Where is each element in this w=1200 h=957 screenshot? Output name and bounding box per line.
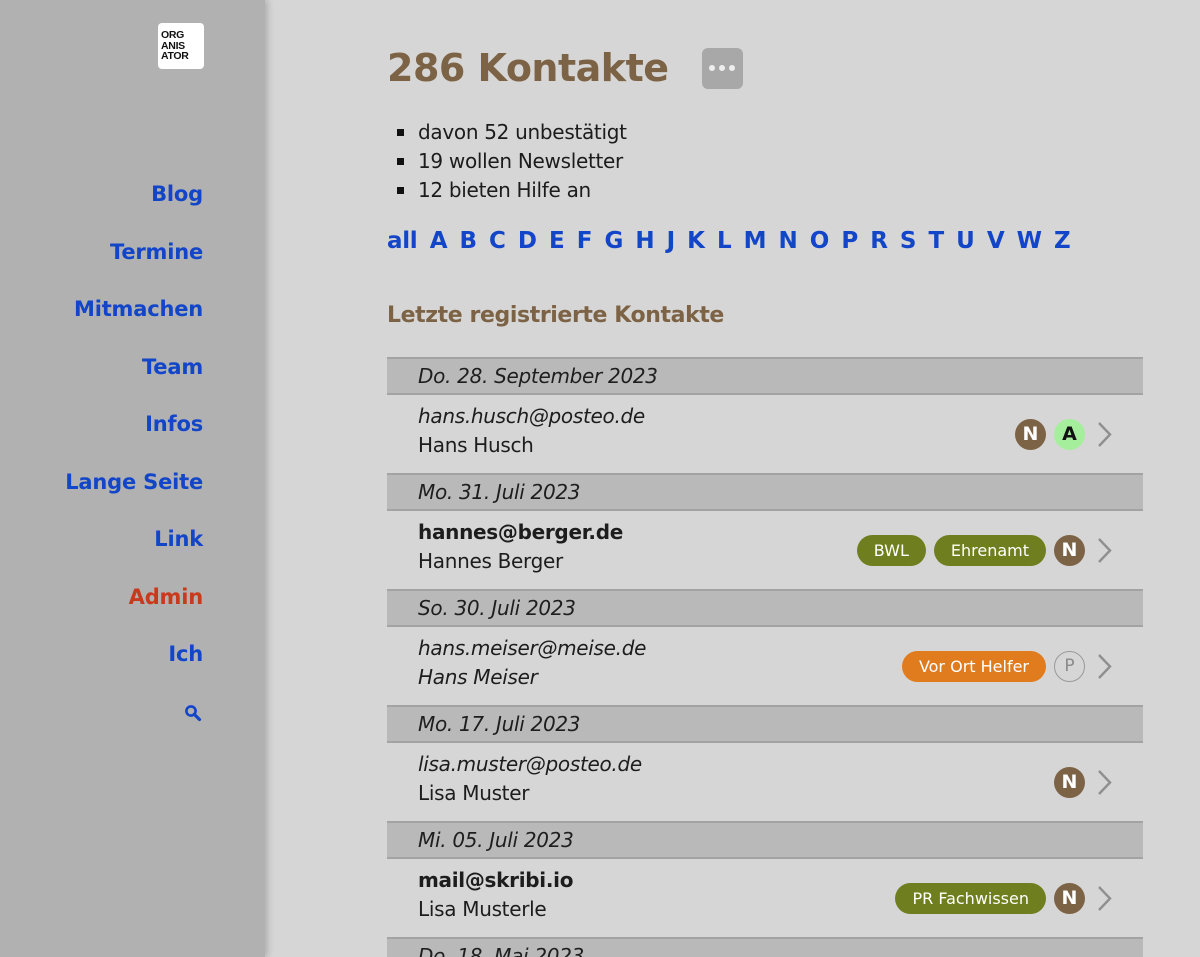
alphabet-filter-c[interactable]: C — [489, 228, 506, 254]
contact-list: Do. 28. September 2023 hans.husch@posteo… — [387, 357, 1143, 957]
more-icon — [729, 65, 736, 71]
contact-name: Lisa Muster — [418, 781, 530, 805]
alphabet-filter-l[interactable]: L — [717, 228, 732, 254]
nav-item-infos[interactable]: Infos — [145, 412, 203, 436]
contact-badges: N A — [1015, 419, 1116, 450]
nav-item-ich[interactable]: Ich — [168, 642, 203, 666]
newsletter-status-badge: N — [1015, 419, 1046, 450]
date-header: Mo. 31. Juli 2023 — [387, 473, 1143, 511]
stat-helpers: 12 bieten Hilfe an — [397, 176, 627, 205]
chevron-right-icon[interactable] — [1094, 535, 1116, 566]
nav-item-mitmachen[interactable]: Mitmachen — [74, 297, 203, 321]
more-icon — [709, 65, 716, 71]
page-title: 286 Kontakte — [387, 46, 669, 90]
alphabet-filter-e[interactable]: E — [549, 228, 565, 254]
alphabet-filter-b[interactable]: B — [460, 228, 478, 254]
more-icon — [719, 65, 726, 71]
date-header: Do. 28. September 2023 — [387, 357, 1143, 395]
contact-badges: PR Fachwissen N — [895, 883, 1116, 914]
contact-badges: N — [1054, 767, 1116, 798]
skill-tag: PR Fachwissen — [895, 883, 1046, 914]
alphabet-filter-g[interactable]: G — [604, 228, 623, 254]
contact-row[interactable]: lisa.muster@posteo.de Lisa Muster N — [387, 743, 1143, 821]
nav-item-lange-seite[interactable]: Lange Seite — [65, 470, 203, 494]
organisator-logo[interactable]: ORG ANIS ATOR — [158, 23, 204, 69]
stat-unconfirmed: davon 52 unbestätigt — [397, 118, 627, 147]
chevron-right-icon[interactable] — [1094, 651, 1116, 682]
search-icon[interactable] — [184, 704, 202, 722]
alphabet-filter-o[interactable]: O — [810, 228, 830, 254]
logo-line: ATOR — [161, 50, 189, 62]
contact-stats: davon 52 unbestätigt 19 wollen Newslette… — [397, 118, 627, 205]
contact-row[interactable]: hans.husch@posteo.de Hans Husch N A — [387, 395, 1143, 473]
alphabet-filter-v[interactable]: V — [987, 228, 1005, 254]
sidebar: ORG ANIS ATOR Blog Termine Mitmachen Tea… — [0, 0, 265, 957]
newsletter-status-badge: N — [1054, 535, 1085, 566]
date-header: Mi. 05. Juli 2023 — [387, 821, 1143, 859]
alphabet-filter-n[interactable]: N — [779, 228, 798, 254]
date-header: So. 30. Juli 2023 — [387, 589, 1143, 627]
pending-status-badge: P — [1054, 651, 1085, 682]
stat-newsletter: 19 wollen Newsletter — [397, 147, 627, 176]
alphabet-filter-d[interactable]: D — [518, 228, 537, 254]
alphabet-filter-w[interactable]: W — [1017, 228, 1042, 254]
contact-badges: BWL Ehrenamt N — [856, 535, 1116, 566]
chevron-right-icon[interactable] — [1094, 767, 1116, 798]
newsletter-status-badge: N — [1054, 883, 1085, 914]
alphabet-filter-f[interactable]: F — [577, 228, 593, 254]
chevron-right-icon[interactable] — [1094, 419, 1116, 450]
contact-badges: Vor Ort Helfer P — [901, 651, 1116, 682]
section-title: Letzte registrierte Kontakte — [387, 303, 724, 328]
contact-email: lisa.muster@posteo.de — [418, 752, 642, 776]
alphabet-filter-u[interactable]: U — [956, 228, 975, 254]
skill-tag: BWL — [856, 535, 926, 566]
alphabet-filter-t[interactable]: T — [928, 228, 944, 254]
chevron-right-icon[interactable] — [1094, 883, 1116, 914]
alphabet-filter-k[interactable]: K — [687, 228, 705, 254]
alphabet-filter-r[interactable]: R — [870, 228, 888, 254]
nav-item-admin[interactable]: Admin — [129, 585, 204, 609]
date-header: Mo. 17. Juli 2023 — [387, 705, 1143, 743]
newsletter-status-badge: N — [1054, 767, 1085, 798]
alphabet-filter-a[interactable]: A — [430, 228, 448, 254]
contact-row[interactable]: hans.meiser@meise.de Hans Meiser Vor Ort… — [387, 627, 1143, 705]
main-nav: Blog Termine Mitmachen Team Infos Lange … — [65, 182, 203, 700]
date-header: Do. 18. Mai 2023 — [387, 937, 1143, 957]
page-header: 286 Kontakte — [387, 46, 743, 90]
alphabet-filter-s[interactable]: S — [900, 228, 917, 254]
admin-status-badge: A — [1054, 419, 1085, 450]
helper-tag: Vor Ort Helfer — [901, 651, 1046, 682]
contact-row[interactable]: hannes@berger.de Hannes Berger BWL Ehren… — [387, 511, 1143, 589]
logo-line: ORG — [161, 29, 185, 41]
nav-item-termine[interactable]: Termine — [110, 240, 203, 264]
more-options-button[interactable] — [701, 47, 743, 89]
alphabet-filter: all A B C D E F G H J K L M N O P R S T U V W Z — [387, 228, 1083, 254]
alphabet-filter-all[interactable]: all — [387, 228, 418, 254]
alphabet-filter-h[interactable]: H — [635, 228, 654, 254]
alphabet-filter-m[interactable]: M — [744, 228, 767, 254]
skill-tag: Ehrenamt — [933, 535, 1046, 566]
alphabet-filter-j[interactable]: J — [667, 228, 676, 254]
nav-item-link[interactable]: Link — [154, 527, 203, 551]
alphabet-filter-z[interactable]: Z — [1054, 228, 1071, 254]
contact-row[interactable]: mail@skribi.io Lisa Musterle PR Fachwiss… — [387, 859, 1143, 937]
nav-item-team[interactable]: Team — [142, 355, 203, 379]
nav-item-blog[interactable]: Blog — [151, 182, 203, 206]
alphabet-filter-p[interactable]: P — [841, 228, 858, 254]
